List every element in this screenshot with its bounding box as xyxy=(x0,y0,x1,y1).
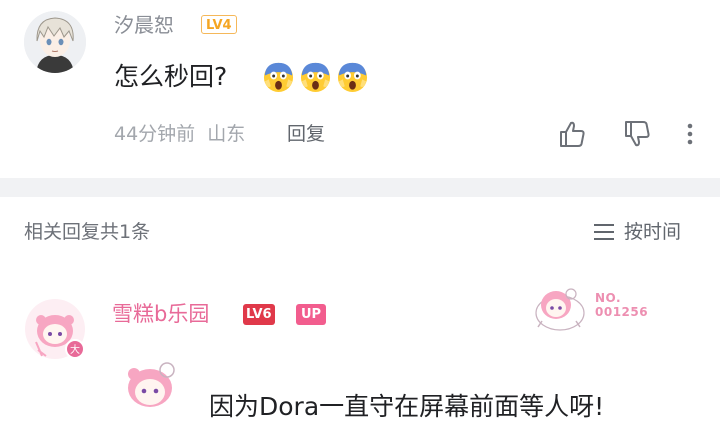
commenter-username[interactable]: 汐晨恕 xyxy=(114,11,174,39)
reply-button[interactable]: 回复 xyxy=(287,120,325,148)
list-sort-icon xyxy=(594,224,614,240)
up-badge: UP xyxy=(296,304,327,325)
comment-time-location: 44分钟前 山东 xyxy=(114,123,246,145)
scream-emoji xyxy=(337,62,368,93)
fan-badge-number: NO. 001256 xyxy=(595,291,648,319)
emoji-group xyxy=(262,60,369,93)
scream-emoji xyxy=(263,62,294,93)
sort-label: 按时间 xyxy=(624,221,682,243)
reply-text: 因为Dora一直守在屏幕前面等人呀! xyxy=(209,392,605,421)
thumbs-down-icon[interactable] xyxy=(621,118,653,150)
fan-badge-serial: 001256 xyxy=(595,305,649,319)
comment-text: 怎么秒回? xyxy=(114,62,228,91)
reply-sticker-emoji xyxy=(128,362,175,407)
scream-emoji xyxy=(300,62,331,93)
thumbs-up-icon[interactable] xyxy=(556,118,588,150)
replier-username[interactable]: 雪糕b乐园 xyxy=(112,299,209,329)
level-badge: LV6 xyxy=(243,304,275,325)
replier-avatar[interactable]: 大 xyxy=(24,298,86,360)
replies-count-title: 相关回复共1条 xyxy=(24,221,151,243)
commenter-avatar[interactable] xyxy=(24,11,86,73)
fan-badge-label: NO. xyxy=(595,291,622,305)
level-badge: LV4 xyxy=(201,15,237,34)
sort-by-time-button[interactable]: 按时间 xyxy=(592,218,681,246)
more-vertical-icon[interactable] xyxy=(678,118,702,150)
fan-badge-character xyxy=(535,288,585,331)
avatar-pendant-label: 大 xyxy=(70,343,80,356)
section-divider xyxy=(0,178,720,197)
